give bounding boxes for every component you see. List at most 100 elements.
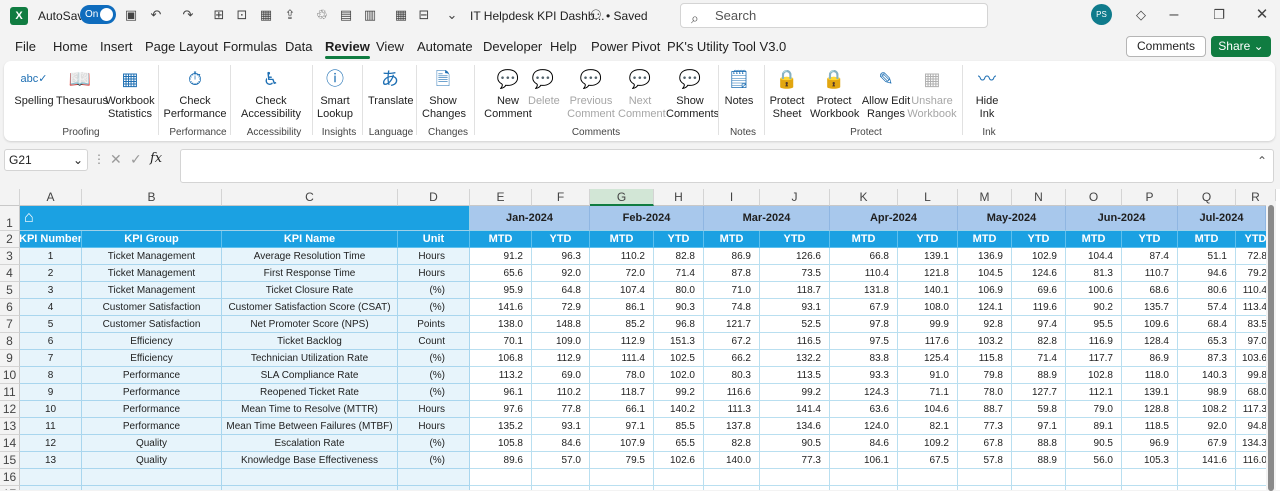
kpi-value-cell[interactable]: 91.0 xyxy=(898,367,958,384)
kpi-value-cell[interactable]: 88.7 xyxy=(958,401,1012,418)
kpi-value-cell[interactable]: 116.6 xyxy=(704,384,760,401)
kpi-number-cell[interactable]: 1 xyxy=(20,248,82,265)
kpi-value-cell[interactable]: 140.1 xyxy=(898,282,958,299)
kpi-name-cell[interactable]: First Response Time xyxy=(222,265,398,282)
kpi-value-cell[interactable]: 118.0 xyxy=(1122,367,1178,384)
kpi-value-cell[interactable]: 124.1 xyxy=(958,299,1012,316)
menu-item-data[interactable]: Data xyxy=(285,39,312,54)
empty-cell[interactable] xyxy=(1122,469,1178,486)
kpi-value-cell[interactable]: 81.3 xyxy=(1066,265,1122,282)
kpi-value-cell[interactable]: 90.3 xyxy=(654,299,704,316)
kpi-value-cell[interactable]: 51.1 xyxy=(1178,248,1236,265)
kpi-value-cell[interactable]: 79.8 xyxy=(958,367,1012,384)
kpi-group-cell[interactable]: Performance xyxy=(82,418,222,435)
empty-cell[interactable] xyxy=(82,469,222,486)
kpi-value-cell[interactable]: 124.3 xyxy=(830,384,898,401)
kpi-unit-cell[interactable]: Hours xyxy=(398,401,470,418)
protect-workbook-button[interactable]: 🔒 Protect Workbook xyxy=(810,65,859,121)
kpi-name-cell[interactable]: Escalation Rate xyxy=(222,435,398,452)
kpi-value-cell[interactable]: 71.4 xyxy=(654,265,704,282)
kpi-value-cell[interactable]: 88.9 xyxy=(1012,452,1066,469)
kpi-value-cell[interactable]: 68.6 xyxy=(1122,282,1178,299)
row-header-10[interactable]: 10 xyxy=(0,367,20,384)
kpi-value-cell[interactable]: 128.8 xyxy=(1122,401,1178,418)
share-button[interactable]: Share ⌄ xyxy=(1211,36,1271,57)
kpi-value-cell[interactable]: 52.5 xyxy=(760,316,830,333)
empty-cell[interactable] xyxy=(1178,469,1236,486)
kpi-value-cell[interactable]: 78.0 xyxy=(590,367,654,384)
kpi-name-cell[interactable]: Customer Satisfaction Score (CSAT) xyxy=(222,299,398,316)
kpi-value-cell[interactable]: 72.9 xyxy=(532,299,590,316)
kpi-value-cell[interactable]: 118.7 xyxy=(760,282,830,299)
menu-item-view[interactable]: View xyxy=(376,39,404,54)
kpi-value-cell[interactable]: 140.0 xyxy=(704,452,760,469)
kpi-value-cell[interactable]: 97.8 xyxy=(830,316,898,333)
kpi-value-cell[interactable]: 141.6 xyxy=(1178,452,1236,469)
kpi-value-cell[interactable]: 97.4 xyxy=(1012,316,1066,333)
kpi-value-cell[interactable]: 141.4 xyxy=(760,401,830,418)
kpi-value-cell[interactable]: 65.5 xyxy=(654,435,704,452)
kpi-value-cell[interactable]: 134.6 xyxy=(760,418,830,435)
kpi-name-cell[interactable]: Technician Utilization Rate xyxy=(222,350,398,367)
empty-cell[interactable] xyxy=(1012,486,1066,490)
notes-button[interactable]: 🗒 Notes xyxy=(722,65,756,108)
empty-cell[interactable] xyxy=(222,469,398,486)
kpi-value-cell[interactable]: 118.7 xyxy=(590,384,654,401)
kpi-value-cell[interactable]: 116.5 xyxy=(760,333,830,350)
kpi-value-cell[interactable]: 89.6 xyxy=(470,452,532,469)
thesaurus-button[interactable]: 📖 Thesaurus xyxy=(56,65,108,108)
kpi-value-cell[interactable]: 80.3 xyxy=(704,367,760,384)
kpi-value-cell[interactable]: 67.2 xyxy=(704,333,760,350)
kpi-value-cell[interactable]: 95.5 xyxy=(1066,316,1122,333)
kpi-value-cell[interactable]: 91.2 xyxy=(470,248,532,265)
row-header-8[interactable]: 8 xyxy=(0,333,20,350)
kpi-unit-cell[interactable]: (%) xyxy=(398,299,470,316)
kpi-value-cell[interactable]: 109.2 xyxy=(898,435,958,452)
column-header-i[interactable]: I xyxy=(704,189,760,206)
row-header-6[interactable]: 6 xyxy=(0,299,20,316)
formula-input[interactable]: ⌃ xyxy=(180,149,1274,183)
kpi-value-cell[interactable]: 115.8 xyxy=(958,350,1012,367)
spelling-button[interactable]: abc✓ Spelling xyxy=(14,65,54,108)
kpi-value-cell[interactable]: 108.2 xyxy=(1178,401,1236,418)
empty-cell[interactable] xyxy=(760,469,830,486)
kpi-number-cell[interactable]: 2 xyxy=(20,265,82,282)
kpi-value-cell[interactable]: 97.1 xyxy=(590,418,654,435)
kpi-value-cell[interactable]: 118.5 xyxy=(1122,418,1178,435)
empty-cell[interactable] xyxy=(760,486,830,490)
empty-cell[interactable] xyxy=(20,469,82,486)
kpi-value-cell[interactable]: 135.7 xyxy=(1122,299,1178,316)
kpi-value-cell[interactable]: 66.1 xyxy=(590,401,654,418)
new-comment-button[interactable]: 💬 New Comment xyxy=(482,65,534,121)
kpi-value-cell[interactable]: 67.5 xyxy=(898,452,958,469)
borders-icon[interactable]: ⊡ xyxy=(234,7,250,23)
kpi-number-cell[interactable]: 13 xyxy=(20,452,82,469)
row-header-17[interactable]: 17 xyxy=(0,486,20,490)
saved-status[interactable]: • Saved xyxy=(606,9,648,23)
empty-cell[interactable] xyxy=(1122,486,1178,490)
kpi-value-cell[interactable]: 141.6 xyxy=(470,299,532,316)
kpi-value-cell[interactable]: 102.6 xyxy=(654,452,704,469)
kpi-number-cell[interactable]: 8 xyxy=(20,367,82,384)
kpi-value-cell[interactable]: 82.1 xyxy=(898,418,958,435)
cancel-icon[interactable]: ✕ xyxy=(110,151,122,168)
menu-item-home[interactable]: Home xyxy=(53,39,88,54)
kpi-name-cell[interactable]: Reopened Ticket Rate xyxy=(222,384,398,401)
kpi-value-cell[interactable]: 90.2 xyxy=(1066,299,1122,316)
kpi-value-cell[interactable]: 102.5 xyxy=(654,350,704,367)
kpi-group-cell[interactable]: Customer Satisfaction xyxy=(82,316,222,333)
empty-cell[interactable] xyxy=(470,486,532,490)
column-header-l[interactable]: L xyxy=(898,189,958,206)
accessibility-button[interactable]: ♿ Check Accessibility xyxy=(232,65,310,121)
kpi-value-cell[interactable]: 99.9 xyxy=(898,316,958,333)
fx-icon[interactable]: fx xyxy=(150,151,162,166)
empty-cell[interactable] xyxy=(830,469,898,486)
empty-cell[interactable] xyxy=(898,486,958,490)
kpi-value-cell[interactable]: 84.6 xyxy=(532,435,590,452)
row-header-1[interactable]: 1 xyxy=(0,206,20,231)
select-all-corner[interactable] xyxy=(0,189,20,206)
kpi-value-cell[interactable]: 77.3 xyxy=(958,418,1012,435)
kpi-group-cell[interactable]: Quality xyxy=(82,435,222,452)
calculator-icon[interactable]: ▦ xyxy=(393,7,409,23)
kpi-value-cell[interactable]: 99.2 xyxy=(760,384,830,401)
